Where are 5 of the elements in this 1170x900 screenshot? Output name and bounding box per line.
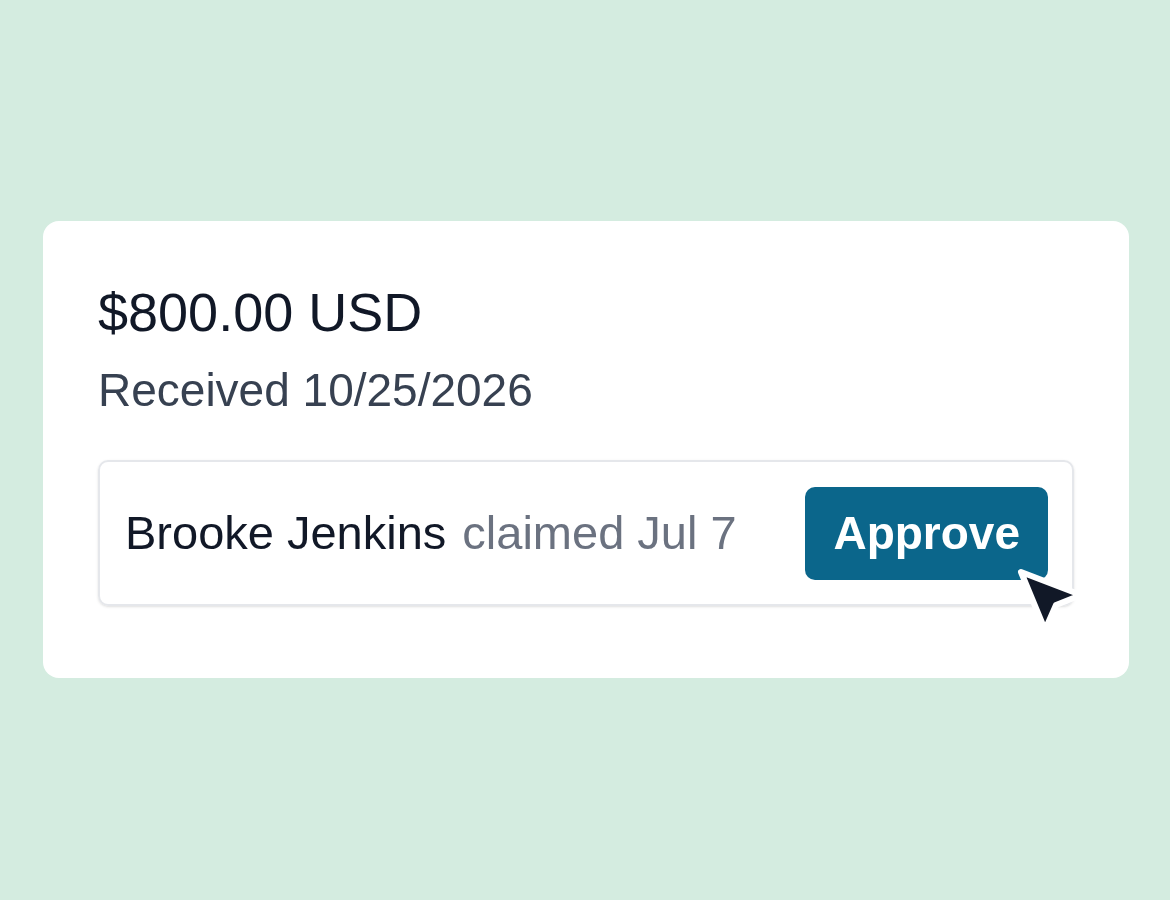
received-date-text: Received 10/25/2026 (98, 364, 533, 416)
claimed-date-text: claimed Jul 7 (462, 504, 737, 561)
approve-button[interactable]: Approve (805, 486, 1048, 580)
amount-text: $800.00 USD (98, 282, 423, 342)
claimant-name: Brooke Jenkins (125, 504, 447, 561)
